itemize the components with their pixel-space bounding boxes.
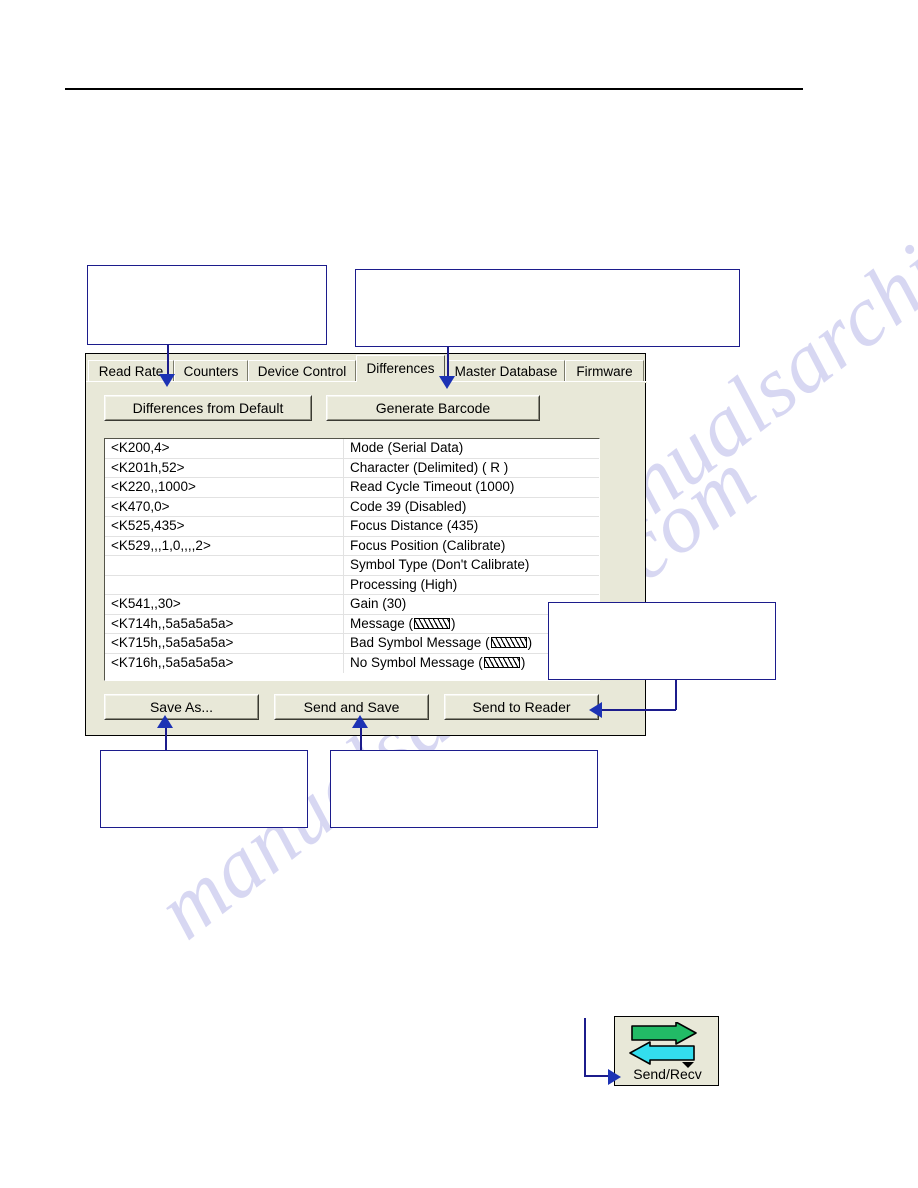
button-label: Save As...	[149, 699, 214, 715]
hatched-placeholder-icon	[483, 656, 520, 668]
description-cell: Character (Delimited) ( R )	[350, 459, 509, 475]
description-cell: Focus Distance (435)	[350, 518, 479, 533]
arrow-up-icon-send-and-save	[352, 715, 368, 728]
command-cell: <K715h,,5a5a5a5a>	[105, 634, 344, 653]
tab-device-control[interactable]: Device Control	[248, 360, 356, 382]
save-as-button[interactable]: Save As...	[104, 694, 259, 720]
table-row[interactable]: <K220,,1000> Read Cycle Timeout (1000)	[105, 478, 599, 498]
connector-line-bottom-middle	[360, 727, 362, 751]
command-cell: <K529,,,1,0,,,,2>	[105, 536, 344, 555]
send-to-reader-button[interactable]: Send to Reader	[444, 694, 599, 720]
command-cell: <K716h,,5a5a5a5a>	[105, 653, 344, 673]
tab-label: Counters	[183, 364, 239, 379]
command-cell: <K200,4>	[105, 439, 344, 458]
table-row[interactable]: <K541,,30> Gain (30)	[105, 595, 599, 615]
command-cell: <K201h,52>	[105, 458, 344, 477]
button-label: Send and Save	[303, 699, 400, 715]
hatched-placeholder-icon	[490, 637, 527, 648]
description-tail: )	[520, 654, 526, 670]
description-cell: Mode (Serial Data)	[350, 440, 464, 455]
tab-label: Differences	[366, 361, 435, 376]
command-cell: <K714h,,5a5a5a5a>	[105, 614, 344, 633]
arrow-down-icon-top-left	[159, 374, 175, 387]
differences-from-default-button[interactable]: Differences from Default	[104, 395, 312, 421]
table-row[interactable]: <K715h,,5a5a5a5a> Bad Symbol Message ()	[105, 634, 599, 654]
description-text: Message (	[350, 615, 414, 631]
table-row[interactable]: <K525,435> Focus Distance (435)	[105, 517, 599, 537]
table-row[interactable]: <K529,,,1,0,,,,2> Focus Position (Calibra…	[105, 536, 599, 556]
tab-label: Master Database	[454, 364, 558, 379]
generate-barcode-button[interactable]: Generate Barcode	[326, 395, 540, 421]
connector-line-right-vert	[675, 680, 677, 710]
differences-list[interactable]: <K200,4> Mode (Serial Data) <K201h,52> Char…	[104, 438, 600, 681]
description-tail: )	[527, 635, 533, 650]
tab-firmware[interactable]: Firmware	[565, 360, 644, 382]
arrow-down-icon-top-right	[439, 376, 455, 389]
command-cell: <K470,0>	[105, 497, 344, 516]
button-label: Differences from Default	[132, 400, 284, 416]
button-label: Send to Reader	[472, 699, 571, 715]
header-rule	[65, 88, 803, 90]
description-cell: Processing (High)	[350, 576, 458, 592]
description-cell: Symbol Type (Don't Calibrate)	[350, 557, 530, 572]
command-cell	[105, 575, 344, 594]
send-recv-label: Send/Recv	[633, 1066, 702, 1082]
table-row[interactable]: Symbol Type (Don't Calibrate)	[105, 556, 599, 576]
tab-label: Read Rate	[98, 364, 164, 379]
description-text: Bad Symbol Message (	[350, 635, 490, 650]
description-cell: Read Cycle Timeout (1000)	[350, 479, 515, 494]
command-cell	[105, 556, 344, 575]
arrow-left-icon-send-to-reader	[589, 702, 602, 718]
connector-line-sendrecv-vert	[584, 1018, 586, 1076]
connector-line-right-horz	[600, 709, 676, 711]
table-row[interactable]: <K201h,52> Character (Delimited) ( R )	[105, 458, 599, 478]
description-text: No Symbol Message (	[350, 654, 483, 670]
tab-differences[interactable]: Differences	[356, 355, 445, 382]
arrow-left-icon-sendrecv	[608, 1069, 621, 1085]
callout-box-save-as	[100, 750, 308, 828]
callout-box-differences-tab	[355, 269, 740, 347]
table-row[interactable]: <K714h,,5a5a5a5a> Message ()	[105, 614, 599, 634]
arrow-up-icon-save-as	[157, 715, 173, 728]
command-cell: <K525,435>	[105, 517, 344, 536]
connector-line-bottom-left	[165, 727, 167, 751]
description-tail: )	[451, 615, 456, 631]
command-cell: <K220,,1000>	[105, 478, 344, 497]
button-label: Generate Barcode	[375, 400, 491, 416]
tab-counters[interactable]: Counters	[174, 360, 248, 382]
hatched-placeholder-icon	[414, 617, 451, 629]
callout-box-tabs	[87, 265, 327, 345]
table-row[interactable]: Processing (High)	[105, 575, 599, 595]
description-cell: Code 39 (Disabled)	[350, 498, 467, 514]
tab-master-database[interactable]: Master Database	[447, 360, 565, 382]
callout-box-send-and-save	[330, 750, 598, 828]
command-cell: <K541,,30>	[105, 595, 344, 614]
send-recv-toolbar-button[interactable]: Send/Recv	[614, 1016, 719, 1086]
description-cell: Focus Position (Calibrate)	[350, 537, 506, 553]
table-row[interactable]: <K200,4> Mode (Serial Data)	[105, 439, 599, 459]
table-row[interactable]: <K470,0> Code 39 (Disabled)	[105, 497, 599, 517]
table-row[interactable]: <K716h,,5a5a5a5a> No Symbol Message ()	[105, 653, 599, 673]
callout-box-send-to-reader	[548, 602, 776, 680]
tab-label: Firmware	[576, 364, 633, 379]
connector-line-sendrecv-horz	[584, 1075, 608, 1077]
tab-label: Device Control	[257, 364, 347, 379]
send-recv-arrows-icon	[629, 1022, 697, 1068]
